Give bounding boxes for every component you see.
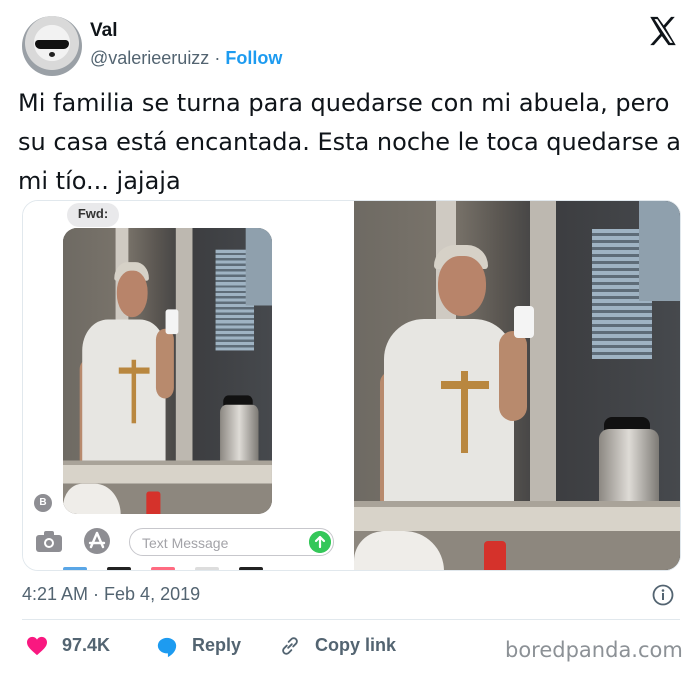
tweet-timestamp[interactable]: 4:21 AM · Feb 4, 2019 — [22, 584, 200, 605]
author-name[interactable]: Val — [90, 20, 117, 42]
avatar-sunglasses — [35, 40, 69, 49]
fwd-bubble: Fwd: — [67, 203, 119, 227]
avatar-nose — [49, 52, 55, 57]
avatar[interactable] — [22, 16, 82, 76]
messages-screenshot[interactable]: Fwd: B Text Message — [23, 201, 351, 570]
author-handle[interactable]: @valerieeruizz — [90, 48, 209, 68]
handle-separator: · — [214, 48, 221, 68]
reply-icon[interactable] — [156, 636, 178, 658]
info-icon[interactable] — [652, 584, 674, 606]
divider — [22, 619, 680, 620]
sender-avatar: B — [34, 494, 52, 512]
app-dock — [63, 567, 263, 570]
message-input[interactable]: Text Message — [129, 528, 334, 556]
mirror-selfie-photo — [354, 201, 680, 570]
heart-icon[interactable] — [26, 636, 48, 656]
link-icon[interactable] — [279, 635, 301, 657]
x-logo-icon[interactable] — [646, 14, 680, 48]
follow-button[interactable]: Follow — [225, 48, 282, 68]
author-handle-row: @valerieeruizz · Follow — [90, 48, 282, 69]
send-arrow-icon[interactable] — [309, 531, 331, 553]
message-photo — [63, 228, 272, 514]
watermark: boredpanda.com — [505, 638, 683, 662]
like-count[interactable]: 97.4K — [62, 635, 110, 656]
tweet-text: Mi familia se turna para quedarse con mi… — [18, 89, 681, 195]
reply-button[interactable]: Reply — [192, 635, 241, 656]
camera-icon[interactable] — [35, 529, 63, 553]
tweet-media[interactable]: Fwd: B Text Message — [22, 200, 681, 571]
copy-link-button[interactable]: Copy link — [315, 635, 396, 656]
app-store-icon[interactable] — [82, 527, 112, 555]
